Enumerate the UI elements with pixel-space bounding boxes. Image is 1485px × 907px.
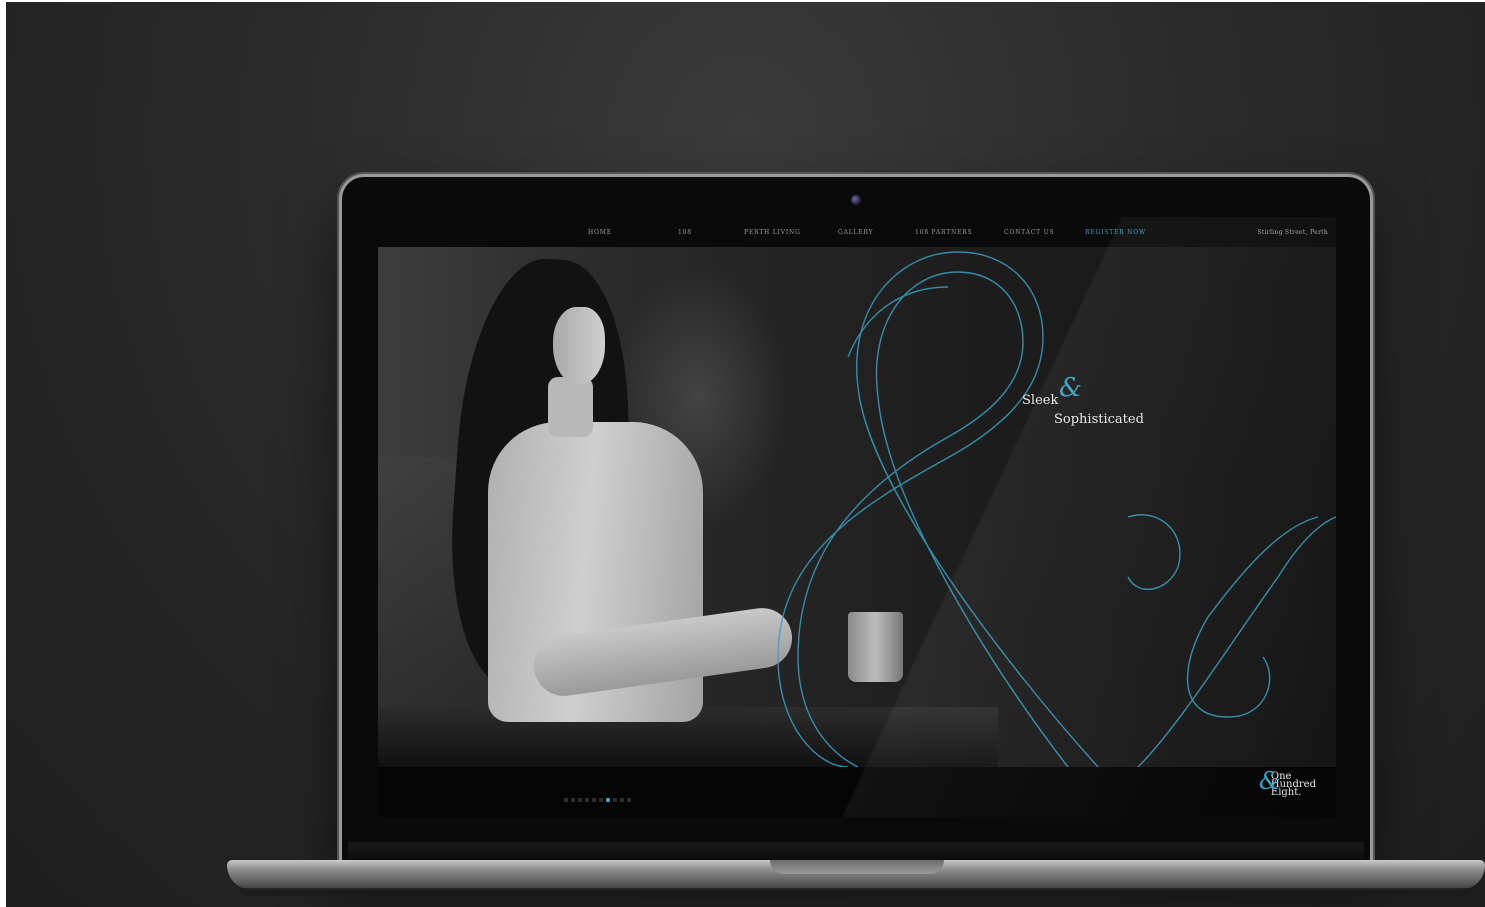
- woman-face: [553, 307, 605, 385]
- camera-icon: [851, 195, 861, 205]
- slider-dots: [564, 787, 634, 806]
- tagline-sophisticated: Sophisticated: [1054, 412, 1144, 427]
- slider-dot[interactable]: [564, 798, 568, 802]
- woman-neck: [548, 377, 593, 437]
- nav-address: Stirling Street, Perth: [1257, 229, 1328, 236]
- slider-dot[interactable]: [571, 798, 575, 802]
- nav-108[interactable]: 108: [678, 229, 692, 236]
- nav-gallery[interactable]: GALLERY: [838, 229, 873, 236]
- tagline-sleek: Sleek: [1022, 393, 1059, 408]
- slider-dot[interactable]: [606, 798, 610, 802]
- slider-dot[interactable]: [585, 798, 589, 802]
- logo-ampersand: &: [1258, 767, 1281, 795]
- site-nav: HOME 108 PERTH LIVING GALLERY 108 PARTNE…: [378, 217, 1336, 247]
- laptop-base-shadow: [240, 888, 1472, 896]
- slider-dot[interactable]: [578, 798, 582, 802]
- slider-dot[interactable]: [613, 798, 617, 802]
- laptop-hinge: [348, 842, 1364, 862]
- nav-home[interactable]: HOME: [588, 229, 612, 236]
- hero-image: Sleek & Sophisticated: [378, 247, 1336, 767]
- nav-perth-living[interactable]: PERTH LIVING: [744, 229, 801, 236]
- slider-dot[interactable]: [627, 798, 631, 802]
- laptop-lid: HOME 108 PERTH LIVING GALLERY 108 PARTNE…: [342, 177, 1370, 863]
- slider-dot[interactable]: [620, 798, 624, 802]
- tagline-ampersand: &: [1059, 373, 1083, 403]
- slider-dot[interactable]: [599, 798, 603, 802]
- brand-logo[interactable]: & One Hundred Eight.: [1259, 769, 1316, 798]
- laptop-screen: HOME 108 PERTH LIVING GALLERY 108 PARTNE…: [378, 217, 1336, 817]
- nav-108-partners[interactable]: 108 PARTNERS: [915, 229, 972, 236]
- nav-contact-us[interactable]: CONTACT US: [1004, 229, 1054, 236]
- laptop-notch: [770, 860, 944, 874]
- slider-dot[interactable]: [592, 798, 596, 802]
- ampersand-outline-graphic: [777, 251, 1336, 767]
- nav-register-now[interactable]: REGISTER NOW: [1085, 229, 1146, 236]
